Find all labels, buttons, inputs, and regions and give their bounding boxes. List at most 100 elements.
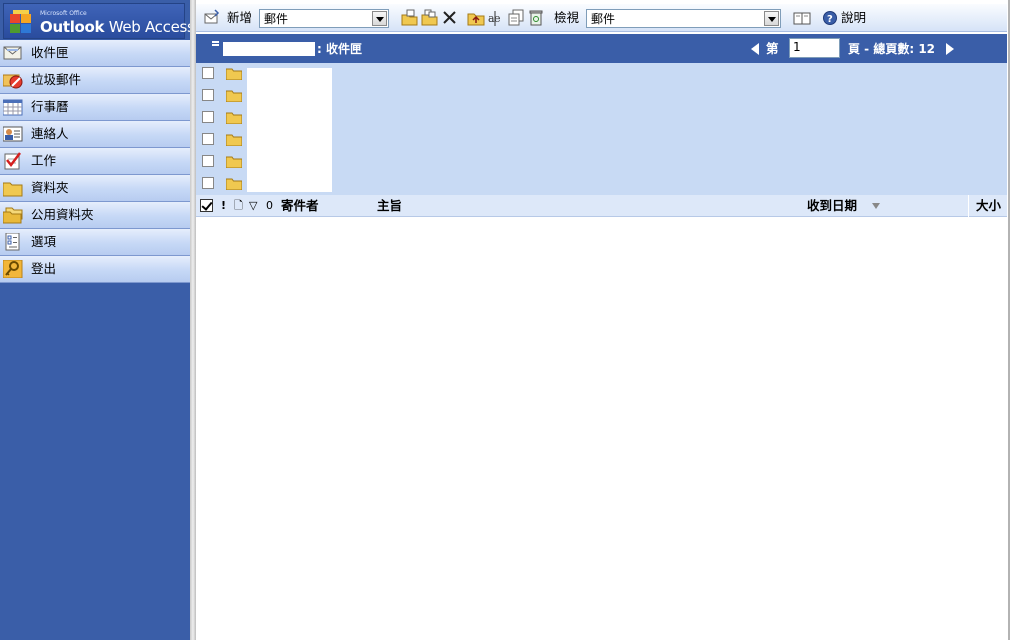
copy-to-folder-icon bbox=[421, 9, 438, 26]
folder-title: : 收件匣 bbox=[317, 42, 362, 56]
nav-item-folders[interactable]: 資料夾 bbox=[0, 175, 190, 202]
new-item-button[interactable] bbox=[203, 9, 221, 27]
copy-to-folder-button[interactable] bbox=[421, 9, 439, 27]
folder-icon bbox=[226, 156, 242, 168]
view-value: 郵件 bbox=[591, 12, 616, 26]
nav-item-label: 收件匣 bbox=[31, 45, 69, 60]
from-column-header[interactable]: 寄件者 bbox=[281, 198, 319, 214]
row-checkbox[interactable] bbox=[202, 67, 214, 79]
toolbar: 新增 郵件 a e 檢視 郵件 ? 說明 bbox=[196, 4, 1007, 32]
collapse-icon[interactable] bbox=[212, 41, 219, 46]
navigation-list: 收件匣 垃圾郵件 行事曆 連絡人 工作 資料夾 公用資料夾 選項 登出 bbox=[0, 40, 190, 283]
nav-item-public-folders[interactable]: 公用資料夾 bbox=[0, 202, 190, 229]
nav-item-calendar[interactable]: 行事曆 bbox=[0, 94, 190, 121]
junk-mail-icon bbox=[3, 74, 23, 89]
tasks-icon bbox=[4, 152, 21, 170]
address-book-button[interactable] bbox=[793, 9, 811, 27]
view-select[interactable]: 郵件 bbox=[586, 9, 781, 28]
view-label: 檢視 bbox=[554, 10, 580, 25]
navigation-pane: Microsoft Office Outlook Web Access 收件匣 … bbox=[0, 0, 195, 640]
help-button[interactable]: ? bbox=[822, 9, 840, 27]
office-logo-icon bbox=[10, 10, 31, 33]
item-type-column-header[interactable]: 🗋 bbox=[234, 199, 243, 213]
subfolder-row[interactable] bbox=[196, 63, 246, 85]
subfolder-row[interactable] bbox=[196, 107, 246, 129]
nav-item-label: 資料夾 bbox=[31, 180, 69, 195]
row-checkbox[interactable] bbox=[202, 155, 214, 167]
up-one-level-button[interactable] bbox=[467, 9, 485, 27]
brand-main-text: Outlook Web Access bbox=[40, 18, 195, 36]
reply-all-button[interactable] bbox=[507, 9, 525, 27]
folder-icon bbox=[226, 134, 242, 146]
previous-page-arrow-icon[interactable] bbox=[751, 43, 759, 55]
move-to-folder-icon bbox=[401, 9, 418, 26]
move-to-folder-button[interactable] bbox=[401, 9, 419, 27]
row-checkbox[interactable] bbox=[202, 89, 214, 101]
outlook-web-access-logo: Microsoft Office Outlook Web Access bbox=[3, 3, 195, 39]
row-checkbox[interactable] bbox=[202, 177, 214, 189]
check-names-icon: a e bbox=[488, 11, 501, 26]
page-total-label: 頁 - 總頁數: 12 bbox=[848, 42, 936, 56]
nav-item-junk-mail[interactable]: 垃圾郵件 bbox=[0, 67, 190, 94]
nav-item-label: 工作 bbox=[31, 153, 57, 168]
address-book-icon bbox=[793, 12, 811, 25]
nav-item-contacts[interactable]: 連絡人 bbox=[0, 121, 190, 148]
brand-small-text: Microsoft Office bbox=[40, 10, 87, 17]
message-list-header: ! 🗋 ▽ 0 寄件者 主旨 收到日期 大小 bbox=[196, 195, 1007, 217]
folder-up-icon bbox=[467, 13, 485, 26]
nav-item-inbox[interactable]: 收件匣 bbox=[0, 40, 190, 67]
calendar-icon bbox=[3, 99, 23, 116]
folder-icon bbox=[226, 112, 242, 124]
options-icon bbox=[5, 233, 20, 251]
inbox-icon bbox=[3, 46, 22, 60]
sort-descending-icon bbox=[872, 203, 880, 209]
chevron-down-icon[interactable] bbox=[764, 11, 779, 26]
page-prefix-label: 第 bbox=[766, 41, 779, 56]
folder-icon bbox=[226, 68, 242, 80]
public-folders-icon bbox=[3, 207, 23, 224]
attachment-column-header[interactable]: 0 bbox=[266, 199, 273, 213]
folder-icon bbox=[226, 178, 242, 190]
main-pane: 新增 郵件 a e 檢視 郵件 ? 說明: 收件匣 第 1 頁 - 總頁數: … bbox=[196, 0, 1010, 640]
help-label[interactable]: 說明 bbox=[841, 10, 866, 26]
new-type-value: 郵件 bbox=[264, 12, 289, 26]
logout-key-icon bbox=[3, 260, 23, 278]
nav-item-tasks[interactable]: 工作 bbox=[0, 148, 190, 175]
nav-item-label: 連絡人 bbox=[31, 126, 69, 141]
folder-path-box bbox=[223, 42, 315, 56]
subfolder-row[interactable] bbox=[196, 173, 246, 195]
empty-trash-button[interactable] bbox=[527, 9, 545, 27]
recycle-bin-icon bbox=[529, 10, 543, 26]
contacts-icon bbox=[3, 126, 23, 142]
subfolder-row[interactable] bbox=[196, 85, 246, 107]
stacked-pages-icon bbox=[508, 9, 524, 26]
nav-item-label: 垃圾郵件 bbox=[31, 72, 82, 87]
size-column-header[interactable]: 大小 bbox=[976, 198, 1001, 214]
folder-header-bar: : 收件匣 第 1 頁 - 總頁數: 12 bbox=[196, 34, 1007, 63]
new-type-select[interactable]: 郵件 bbox=[259, 9, 389, 28]
nav-item-label: 登出 bbox=[31, 261, 57, 276]
subject-column-header[interactable]: 主旨 bbox=[377, 198, 402, 214]
received-column-header[interactable]: 收到日期 bbox=[807, 198, 857, 214]
delete-button[interactable] bbox=[441, 9, 459, 27]
nav-item-logout[interactable]: 登出 bbox=[0, 256, 190, 283]
delete-x-icon bbox=[443, 11, 456, 24]
chevron-down-icon[interactable] bbox=[372, 11, 387, 26]
importance-column-header[interactable]: ! bbox=[221, 199, 226, 213]
page-number-input[interactable]: 1 bbox=[789, 38, 840, 58]
folder-icon bbox=[3, 182, 23, 197]
nav-item-label: 公用資料夾 bbox=[31, 207, 94, 222]
next-page-arrow-icon[interactable] bbox=[946, 43, 954, 55]
svg-text:?: ? bbox=[827, 14, 833, 25]
subfolder-names-area bbox=[247, 68, 332, 192]
flag-column-header[interactable]: ▽ bbox=[249, 199, 257, 213]
subfolder-list bbox=[196, 63, 1007, 195]
subfolder-row[interactable] bbox=[196, 151, 246, 173]
select-all-checkbox[interactable] bbox=[200, 199, 213, 212]
subfolder-row[interactable] bbox=[196, 129, 246, 151]
check-names-button[interactable]: a e bbox=[487, 9, 505, 27]
row-checkbox[interactable] bbox=[202, 133, 214, 145]
new-label[interactable]: 新增 bbox=[227, 10, 252, 26]
row-checkbox[interactable] bbox=[202, 111, 214, 123]
nav-item-options[interactable]: 選項 bbox=[0, 229, 190, 256]
